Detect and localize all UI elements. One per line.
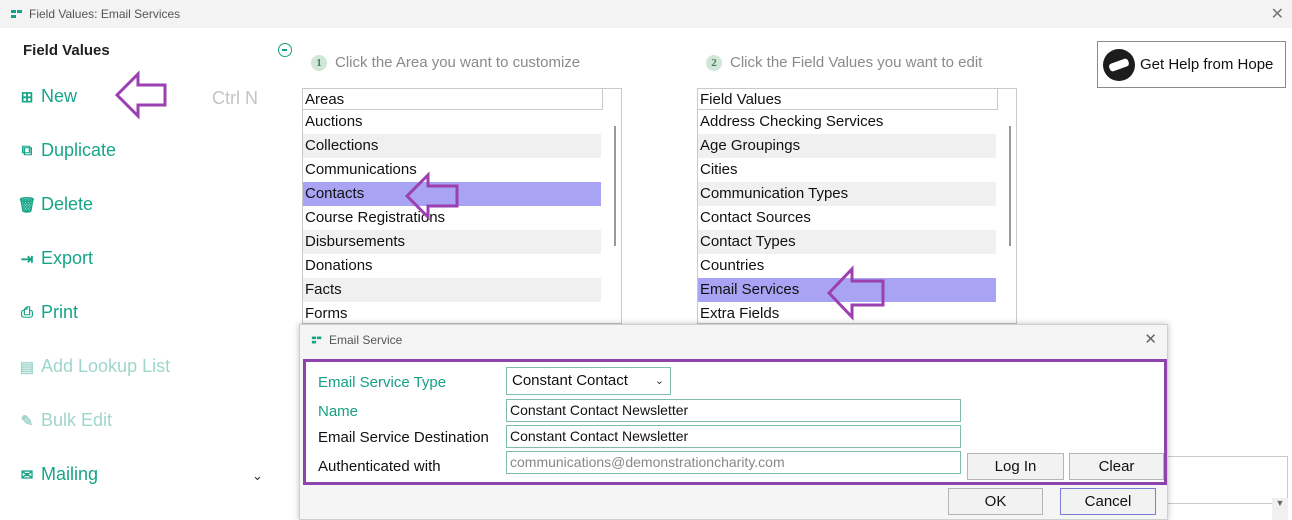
export-button[interactable]: ⇥ Export <box>19 248 93 269</box>
add-lookup-list-label: Add Lookup List <box>41 356 171 376</box>
step-two-text: Click the Field Values you want to edit <box>730 54 983 71</box>
sidebar-title: Field Values <box>23 42 110 59</box>
add-lookup-list-button[interactable]: ▤ Add Lookup List <box>19 356 170 377</box>
print-button[interactable]: ⎙ Print <box>19 302 78 323</box>
trash-icon: 🗑 <box>17 196 37 214</box>
dialog-form-area: Email Service Type Constant Contact ⌄ Na… <box>303 359 1167 485</box>
collapse-sidebar-icon[interactable] <box>278 43 292 57</box>
printer-icon: ⎙ <box>20 304 33 321</box>
dialog-close-icon[interactable]: ✕ <box>1144 330 1157 348</box>
scroll-down-icon[interactable]: ▼ <box>1272 498 1288 520</box>
service-type-label: Email Service Type <box>318 374 447 391</box>
list-item[interactable]: Collections <box>303 134 601 158</box>
list-item[interactable]: Communication Types <box>698 182 996 206</box>
duplicate-label: Duplicate <box>41 140 117 160</box>
app-logo-icon <box>11 10 22 18</box>
step-one-text: Click the Area you want to customize <box>335 54 581 71</box>
cancel-button[interactable]: Cancel <box>1060 488 1156 515</box>
get-help-label: Get Help from Hope <box>1140 56 1274 73</box>
areas-header: Areas <box>303 89 603 110</box>
field-values-header: Field Values <box>698 89 998 110</box>
dialog-title: Email Service <box>329 333 403 347</box>
log-in-button[interactable]: Log In <box>967 453 1064 480</box>
bulk-edit-button[interactable]: ✎ Bulk Edit <box>19 410 112 431</box>
list-item[interactable]: Contact Types <box>698 230 996 254</box>
list-item[interactable]: Age Groupings <box>698 134 996 158</box>
list-item[interactable]: Facts <box>303 278 601 302</box>
destination-field[interactable]: Constant Contact Newsletter <box>506 425 961 448</box>
get-help-button[interactable]: Get Help from Hope <box>1097 41 1286 88</box>
name-label: Name <box>318 403 359 420</box>
list-item[interactable]: Disbursements <box>303 230 601 254</box>
app-logo-icon <box>311 336 322 344</box>
destination-label: Email Service Destination <box>318 429 489 446</box>
auth-field: communications@demonstrationcharity.com <box>506 451 961 474</box>
annotation-arrow-icon <box>114 70 167 120</box>
export-icon: ⇥ <box>20 250 34 268</box>
chevron-down-icon[interactable]: ⌄ <box>252 468 263 484</box>
email-service-dialog: Email Service ✕ Email Service Type Const… <box>299 324 1168 520</box>
new-label: New <box>41 86 78 106</box>
mailing-button[interactable]: ✉ Mailing <box>19 464 98 485</box>
areas-list[interactable]: Areas Auctions Collections Communication… <box>302 88 622 324</box>
service-type-value: Constant Contact <box>512 372 628 389</box>
step-one-header: 1 Click the Area you want to customize <box>311 54 580 71</box>
plus-square-icon: ⊞ <box>20 88 34 106</box>
clear-button[interactable]: Clear <box>1069 453 1164 480</box>
areas-scrollbar[interactable] <box>614 126 616 246</box>
lookup-list-icon: ▤ <box>19 358 35 376</box>
service-type-select[interactable]: Constant Contact ⌄ <box>506 367 671 395</box>
list-item[interactable]: Cities <box>698 158 996 182</box>
bulk-edit-label: Bulk Edit <box>41 410 113 430</box>
list-item[interactable]: Auctions <box>303 110 601 134</box>
window-close-icon[interactable]: ✕ <box>1271 4 1284 24</box>
bulk-edit-icon: ✎ <box>20 412 34 430</box>
dialog-titlebar: Email Service ✕ <box>300 325 1167 355</box>
new-shortcut: Ctrl N <box>212 88 258 108</box>
annotation-arrow-icon <box>404 171 459 221</box>
list-item[interactable]: Forms <box>303 302 601 323</box>
auth-label: Authenticated with <box>318 458 441 475</box>
delete-button[interactable]: 🗑 Delete <box>17 194 94 215</box>
print-label: Print <box>41 302 79 322</box>
mailing-label: Mailing <box>41 464 99 484</box>
list-item[interactable]: Address Checking Services <box>698 110 996 134</box>
duplicate-button[interactable]: ⧉ Duplicate <box>19 140 116 161</box>
annotation-arrow-icon <box>826 265 885 321</box>
list-item[interactable]: Donations <box>303 254 601 278</box>
delete-label: Delete <box>41 194 94 214</box>
step-two-header: 2 Click the Field Values you want to edi… <box>706 54 982 71</box>
window-titlebar: Field Values: Email Services ✕ <box>0 0 1292 28</box>
name-field[interactable]: Constant Contact Newsletter <box>506 399 961 422</box>
duplicate-icon: ⧉ <box>21 142 33 159</box>
step-two-number: 2 <box>706 54 722 71</box>
window-title: Field Values: Email Services <box>29 7 181 21</box>
list-item[interactable]: Contact Sources <box>698 206 996 230</box>
new-button[interactable]: ⊞ New <box>19 86 77 107</box>
ok-button[interactable]: OK <box>948 488 1043 515</box>
chevron-down-icon: ⌄ <box>654 375 664 387</box>
help-logo-icon <box>1103 48 1135 81</box>
field-values-scrollbar[interactable] <box>1009 126 1011 246</box>
background-panel <box>1165 456 1288 504</box>
export-label: Export <box>41 248 94 268</box>
mailing-icon: ✉ <box>20 466 34 484</box>
step-one-number: 1 <box>311 54 327 71</box>
